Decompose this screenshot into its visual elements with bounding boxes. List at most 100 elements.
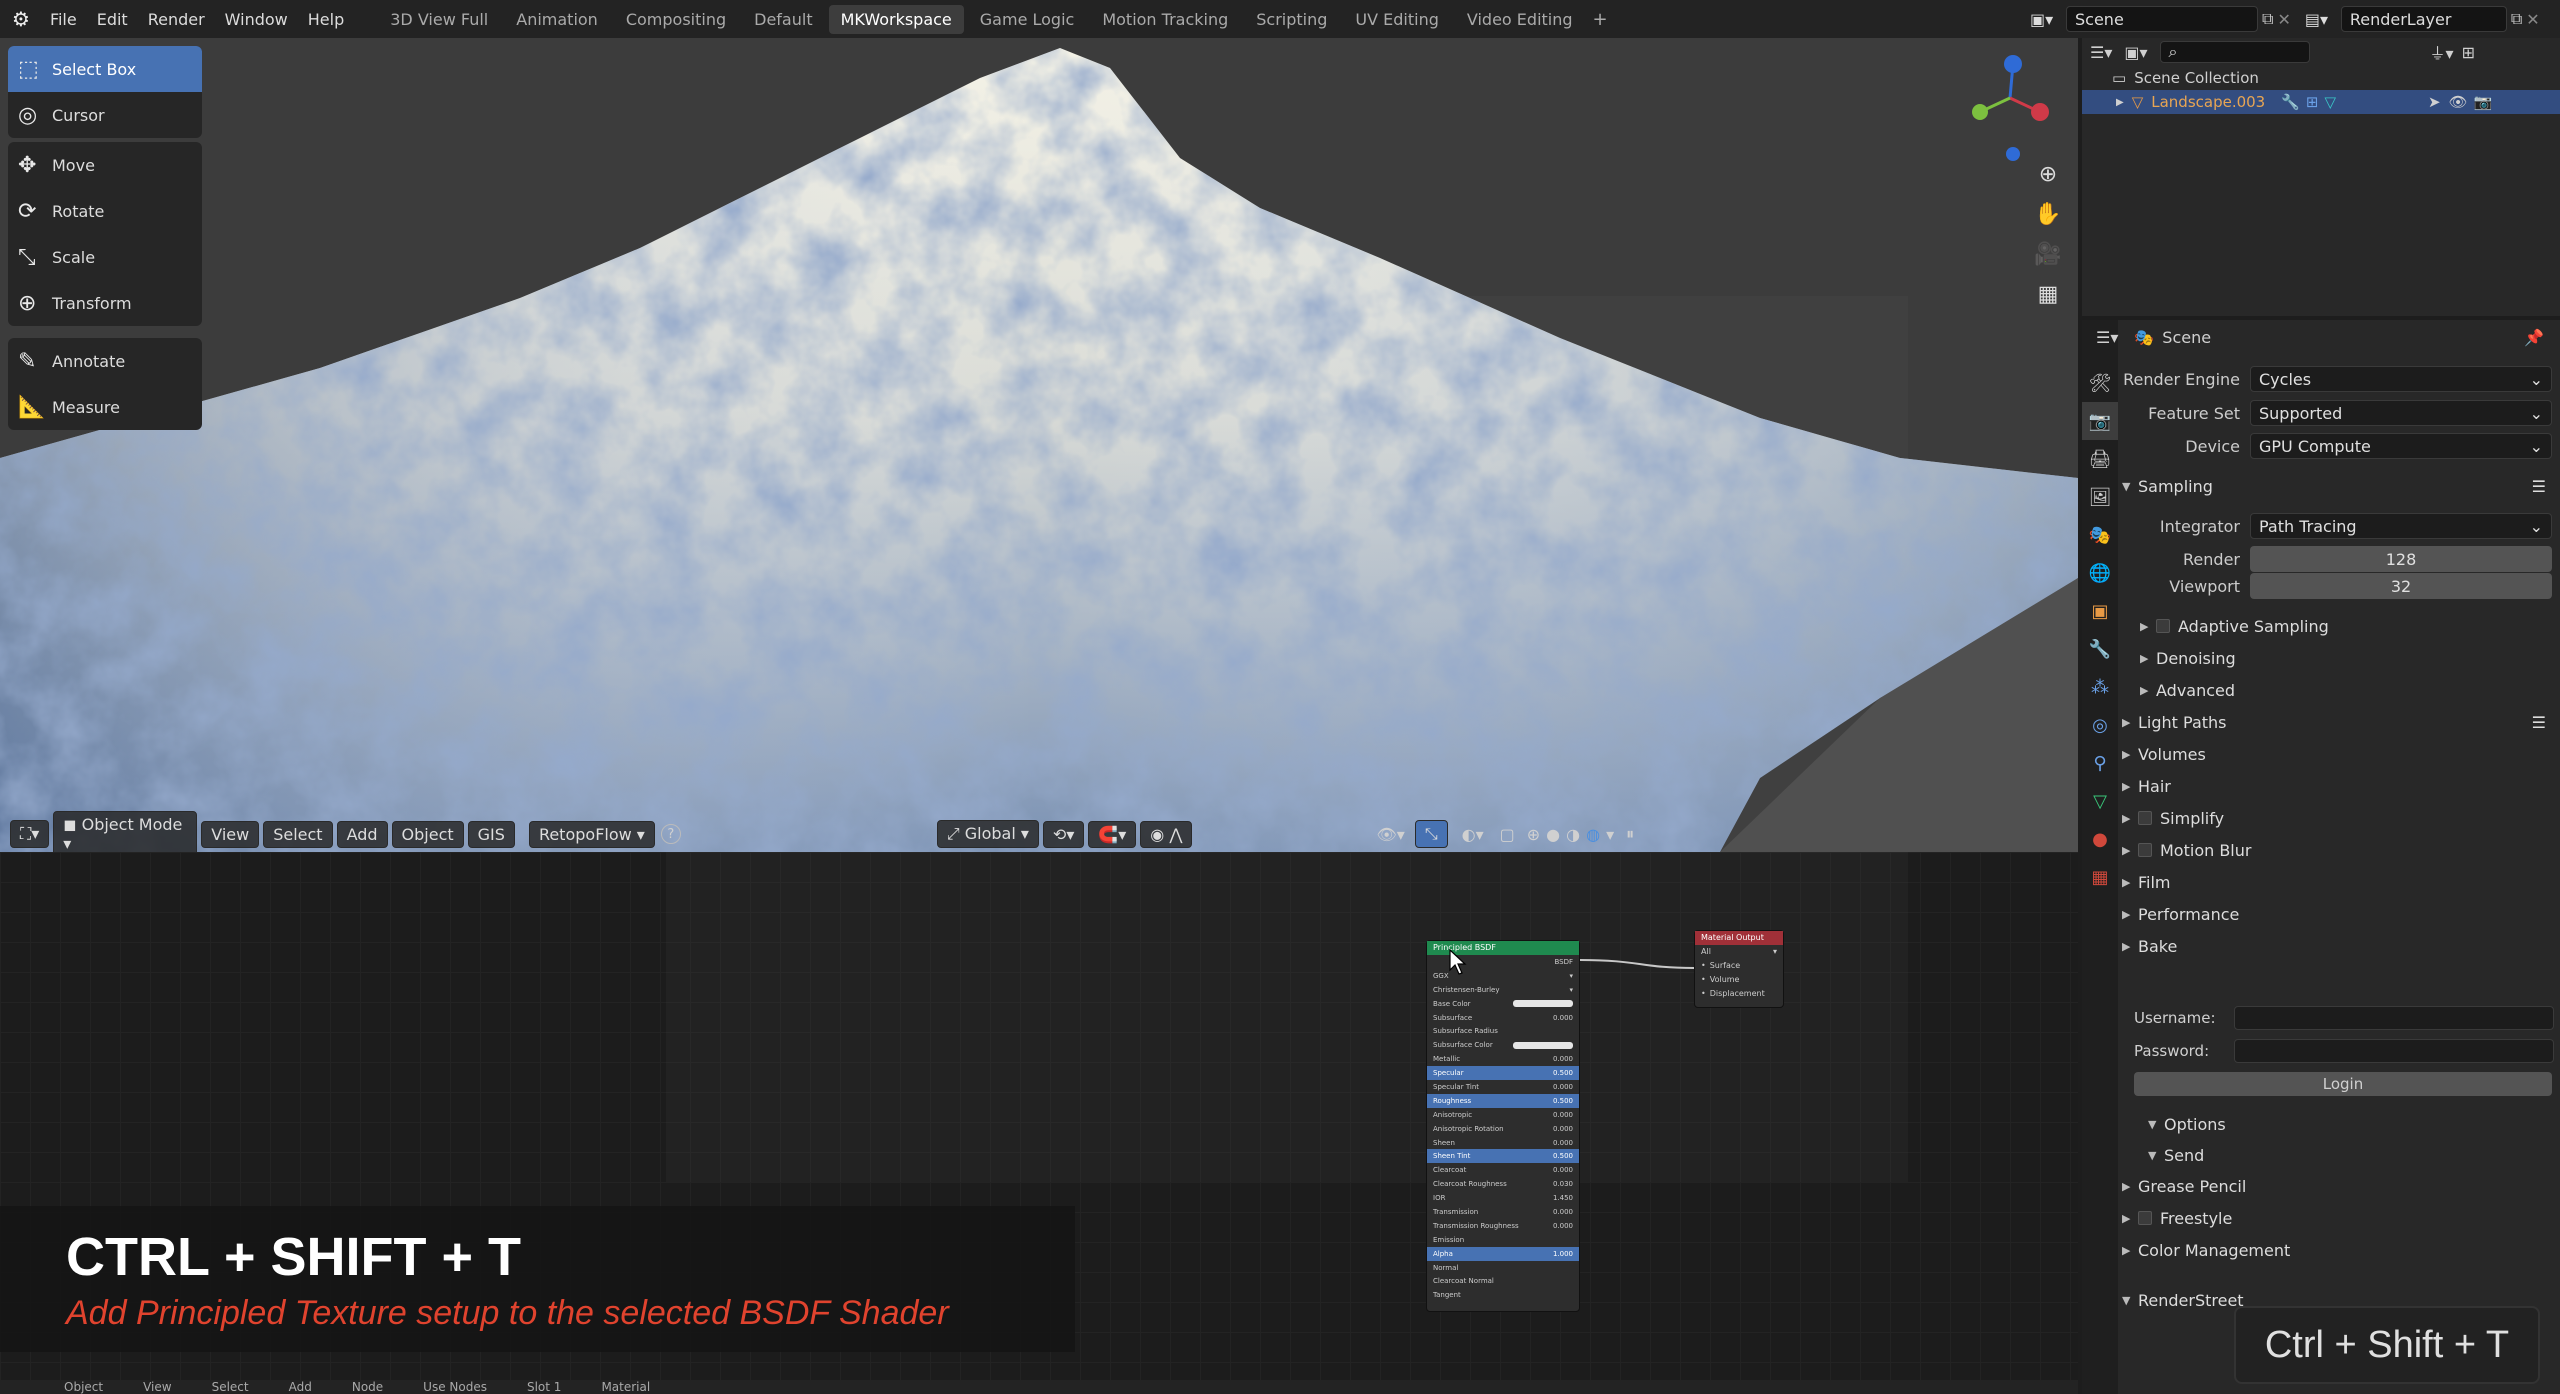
snap-icon[interactable]: 🧲▾ xyxy=(1088,820,1137,848)
bsdf-input-value[interactable]: 0.000 xyxy=(1553,1222,1573,1230)
output-input-displacement[interactable]: • Displacement xyxy=(1695,987,1783,1001)
bsdf-input-ior[interactable]: IOR 1.450 xyxy=(1427,1191,1579,1205)
select-toggle-icon[interactable]: ➤ xyxy=(2428,93,2441,111)
tab-scripting[interactable]: Scripting xyxy=(1244,5,1339,34)
tool-move[interactable]: ✥ Move xyxy=(8,142,202,188)
render-camera-icon[interactable]: 📷 xyxy=(2474,93,2493,111)
bsdf-input-value[interactable]: 0.000 xyxy=(1553,1166,1573,1174)
bsdf-input-clearcoat-normal[interactable]: Clearcoat Normal xyxy=(1427,1274,1579,1288)
list-icon[interactable]: ☰ xyxy=(2532,713,2546,732)
bsdf-input-value[interactable]: 0.000 xyxy=(1553,1055,1573,1063)
bsdf-input-subsurface-radius[interactable]: Subsurface Radius xyxy=(1427,1024,1579,1038)
visibility-icon[interactable]: 👁▾ xyxy=(1376,825,1404,844)
tool-scale[interactable]: ⤡ Scale xyxy=(8,234,202,280)
node-header-material[interactable]: Material xyxy=(601,1380,650,1394)
tab-mkworkspace[interactable]: MKWorkspace xyxy=(828,4,964,34)
subpanel-denoising[interactable]: ▶ Denoising xyxy=(2140,646,2560,670)
panel-bake[interactable]: ▶ Bake xyxy=(2122,934,2552,958)
viewport-samples-field[interactable]: 32 xyxy=(2250,573,2552,599)
tool-select-box[interactable]: ⬚ Select Box xyxy=(8,46,202,92)
modifier-icon[interactable]: ⊞ xyxy=(2306,93,2319,111)
node-header-slot-1[interactable]: Slot 1 xyxy=(527,1380,561,1394)
panel-film[interactable]: ▶ Film xyxy=(2122,870,2552,894)
xray-icon[interactable]: ▢ xyxy=(1500,825,1515,844)
help-icon[interactable]: ? xyxy=(660,824,681,844)
node-header-object[interactable]: Object xyxy=(64,1380,103,1394)
bsdf-input-emission[interactable]: Emission xyxy=(1427,1233,1579,1247)
panel-color-management[interactable]: ▶ Color Management xyxy=(2122,1238,2552,1262)
viewport-menu-view[interactable]: View xyxy=(201,820,260,848)
subsurface-method-dropdown[interactable]: Christensen-Burley ▾ xyxy=(1427,983,1579,997)
tab-game-logic[interactable]: Game Logic xyxy=(968,5,1087,34)
bsdf-input-value[interactable]: 0.000 xyxy=(1553,1208,1573,1216)
tab-default[interactable]: Default xyxy=(742,5,824,34)
bsdf-input-anisotropic[interactable]: Anisotropic 0.000 xyxy=(1427,1108,1579,1122)
tool-measure[interactable]: 📐 Measure xyxy=(8,384,202,430)
orientation-selector[interactable]: ⤢ Global ▾ xyxy=(936,820,1039,848)
login-button[interactable]: Login xyxy=(2134,1072,2552,1096)
texture-tab-icon[interactable]: ▦ xyxy=(2082,858,2118,896)
tab-motion-tracking[interactable]: Motion Tracking xyxy=(1090,5,1240,34)
bsdf-input-value[interactable]: 1.450 xyxy=(1553,1194,1573,1202)
panel-motion-blur[interactable]: ▶ Motion Blur xyxy=(2122,838,2552,862)
blender-logo-icon[interactable]: ⚙ xyxy=(0,7,40,31)
constraint-tab-icon[interactable]: ⚲ xyxy=(2082,744,2118,782)
subpanel-advanced[interactable]: ▶ Advanced xyxy=(2140,678,2560,702)
tab-compositing[interactable]: Compositing xyxy=(614,5,738,34)
zoom-icon[interactable]: ⊕ xyxy=(2030,156,2066,192)
delete-scene-icon[interactable]: ✕ xyxy=(2277,10,2290,29)
bsdf-input-clearcoat[interactable]: Clearcoat 0.000 xyxy=(1427,1163,1579,1177)
bsdf-input-value[interactable]: 0.030 xyxy=(1553,1180,1573,1188)
node-header-view[interactable]: View xyxy=(143,1380,171,1394)
bsdf-input-subsurface[interactable]: Subsurface 0.000 xyxy=(1427,1011,1579,1025)
menu-render[interactable]: Render xyxy=(138,10,215,29)
bsdf-input-value[interactable]: 0.500 xyxy=(1553,1069,1573,1077)
camera-view-icon[interactable]: 🎥 xyxy=(2030,236,2066,272)
pin-icon[interactable]: 📌 xyxy=(2524,328,2544,347)
list-icon[interactable]: ☰ xyxy=(2532,477,2546,496)
bsdf-input-value[interactable]: 0.000 xyxy=(1553,1139,1573,1147)
bsdf-input-roughness[interactable]: Roughness 0.500 xyxy=(1427,1093,1579,1108)
principled-bsdf-node[interactable]: Principled BSDF BSDF GGX ▾ Christensen-Bu… xyxy=(1426,940,1580,1312)
feature-set-dropdown[interactable]: Supported ⌄ xyxy=(2250,400,2552,426)
display-mode-icon[interactable]: ▣▾ xyxy=(2124,43,2147,62)
output-input-volume[interactable]: • Volume xyxy=(1695,973,1783,987)
bsdf-input-value[interactable]: 1.000 xyxy=(1553,1250,1573,1258)
scene-collection-row[interactable]: ▭ Scene Collection xyxy=(2082,66,2560,90)
bsdf-input-value[interactable]: 0.000 xyxy=(1553,1083,1573,1091)
bsdf-input-tangent[interactable]: Tangent xyxy=(1427,1288,1579,1302)
menu-help[interactable]: Help xyxy=(298,10,354,29)
mode-selector[interactable]: ◼ Object Mode ▾ xyxy=(53,811,198,852)
shading-material-icon[interactable]: ◑ xyxy=(1566,825,1580,844)
bsdf-input-transmission[interactable]: Transmission 0.000 xyxy=(1427,1205,1579,1219)
bsdf-input-value[interactable]: 0.000 xyxy=(1553,1014,1573,1022)
output-input-surface[interactable]: • Surface xyxy=(1695,959,1783,973)
subpanel-adaptive-sampling[interactable]: ▶ Adaptive Sampling xyxy=(2140,614,2560,638)
properties-editor-icon[interactable]: ☰▾ xyxy=(2096,328,2118,347)
editor-type-icon[interactable]: ⛶▾ xyxy=(10,820,50,848)
panel-grease-pencil[interactable]: ▶ Grease Pencil xyxy=(2122,1174,2552,1198)
options-subpanel[interactable]: ▼ Options xyxy=(2148,1112,2560,1136)
new-renderlayer-icon[interactable]: ⧉ xyxy=(2511,9,2522,29)
3d-viewport[interactable]: ⬚ Select Box ◎ Cursor ✥ Move ⟳ Rotate ⤡ Scale ⊕ Tr… xyxy=(0,38,2078,852)
bsdf-input-value[interactable]: 0.000 xyxy=(1553,1125,1573,1133)
tab-3d-view-full[interactable]: 3D View Full xyxy=(378,5,500,34)
menu-file[interactable]: File xyxy=(40,10,87,29)
retopoflow-menu[interactable]: RetopoFlow ▾ xyxy=(528,820,655,848)
node-header-node[interactable]: Node xyxy=(352,1380,383,1394)
tool-cursor[interactable]: ◎ Cursor xyxy=(8,92,202,138)
shading-render-icon[interactable]: ◍ xyxy=(1586,825,1600,844)
color-swatch[interactable] xyxy=(1513,1041,1573,1049)
overlay-icon[interactable]: ◐▾ xyxy=(1462,825,1484,844)
output-target-dropdown[interactable]: All ▾ xyxy=(1695,945,1783,959)
add-workspace-button[interactable]: + xyxy=(1593,9,1608,30)
bsdf-input-value[interactable]: 0.500 xyxy=(1553,1152,1573,1160)
gizmo-toggle-icon[interactable]: ⤡ xyxy=(1414,820,1448,848)
expand-arrow-icon[interactable]: ▶ xyxy=(2116,97,2124,108)
viewport-menu-gis[interactable]: GIS xyxy=(467,820,515,848)
node-header-use-nodes[interactable]: Use Nodes xyxy=(423,1380,487,1394)
panel-simplify[interactable]: ▶ Simplify xyxy=(2122,806,2552,830)
filter-icon[interactable]: ⏚▾ xyxy=(2430,40,2454,64)
panel-volumes[interactable]: ▶ Volumes xyxy=(2122,742,2552,766)
bsdf-input-specular-tint[interactable]: Specular Tint 0.000 xyxy=(1427,1080,1579,1094)
